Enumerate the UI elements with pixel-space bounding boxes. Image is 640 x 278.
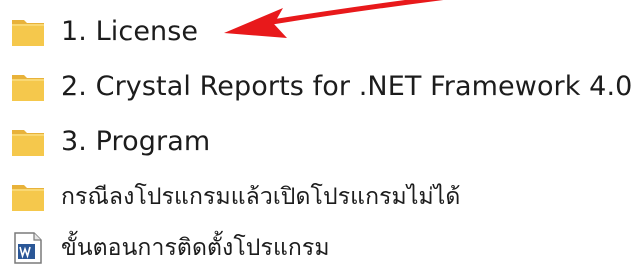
- item-label: ขั้นตอนการติดตั้งโปรแกรม: [61, 235, 330, 261]
- word-document-icon: [14, 232, 42, 264]
- file-list: 1. License 2. Crystal Reports for .NET F…: [0, 0, 640, 278]
- item-label: กรณีลงโปรแกรมแล้วเปิดโปรแกรมไม่ได้: [61, 184, 461, 210]
- folder-icon: [12, 75, 44, 101]
- list-item-license[interactable]: 1. License: [0, 10, 640, 54]
- list-item-troubleshooting-folder[interactable]: กรณีลงโปรแกรมแล้วเปิดโปรแกรมไม่ได้: [0, 175, 640, 219]
- list-item-crystal-reports[interactable]: 2. Crystal Reports for .NET Framework 4.…: [0, 65, 640, 109]
- item-label: 2. Crystal Reports for .NET Framework 4.…: [61, 71, 633, 102]
- item-label: 1. License: [61, 16, 199, 47]
- list-item-program[interactable]: 3. Program: [0, 120, 640, 164]
- folder-icon: [12, 185, 44, 211]
- folder-icon: [12, 130, 44, 156]
- item-label: 3. Program: [61, 126, 211, 157]
- folder-icon: [12, 20, 44, 46]
- list-item-install-steps-document[interactable]: ขั้นตอนการติดตั้งโปรแกรม: [0, 226, 640, 270]
